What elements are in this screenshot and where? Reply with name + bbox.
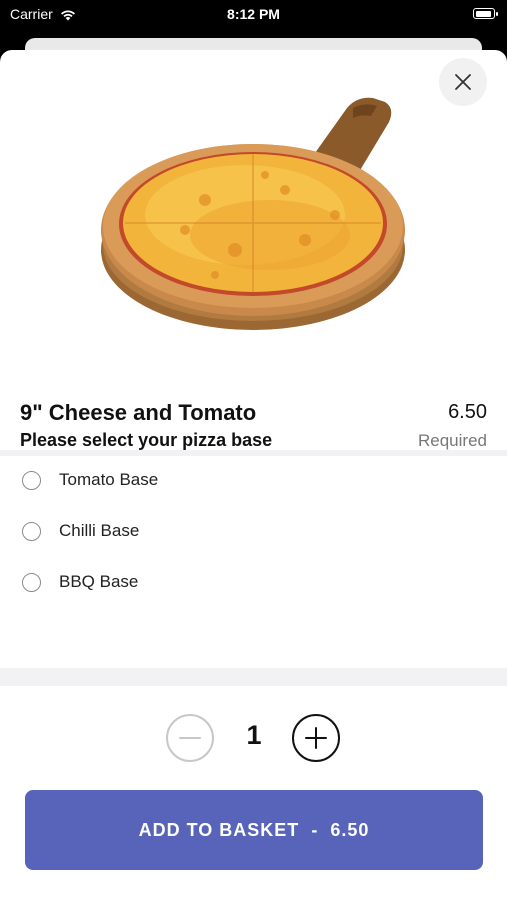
close-icon [455,74,471,90]
pizza-image [95,90,415,340]
radio-icon[interactable] [22,470,41,490]
quantity-stepper: 1 [0,714,507,764]
product-price: 6.50 [448,401,487,423]
option-tomato-base[interactable]: Tomato Base [22,466,158,494]
radio-icon[interactable] [22,521,41,541]
cta-price: 6.50 [330,819,370,840]
option-label: Tomato Base [59,470,159,489]
increase-quantity-button[interactable] [292,714,340,762]
option-label: BBQ Base [59,572,139,591]
status-time: 8:12 PM [227,6,280,22]
product-header: 9" Cheese and Tomato 6.50 [0,395,507,435]
radio-icon[interactable] [22,572,41,592]
battery-icon [473,8,498,19]
option-chilli-base[interactable]: Chilli Base [22,517,139,545]
product-sheet: 9" Cheese and Tomato 6.50 Please select … [0,50,507,900]
decrease-quantity-button[interactable] [166,714,214,762]
option-label: Chilli Base [59,521,140,540]
cta-separator: - [311,819,319,840]
add-to-basket-button[interactable]: ADD TO BASKET - 6.50 [25,790,483,870]
close-button[interactable] [439,58,487,106]
option-bbq-base[interactable]: BBQ Base [22,568,138,596]
status-bar: Carrier 8:12 PM [0,0,507,30]
divider [0,668,507,686]
plus-icon [305,727,327,749]
minus-icon [179,737,201,739]
add-to-basket-label: ADD TO BASKET [138,819,300,840]
quantity-value: 1 [246,720,262,750]
option-group-title: Please select your pizza base [20,430,273,450]
product-title: 9" Cheese and Tomato [20,400,257,425]
required-label: Required [418,431,487,450]
